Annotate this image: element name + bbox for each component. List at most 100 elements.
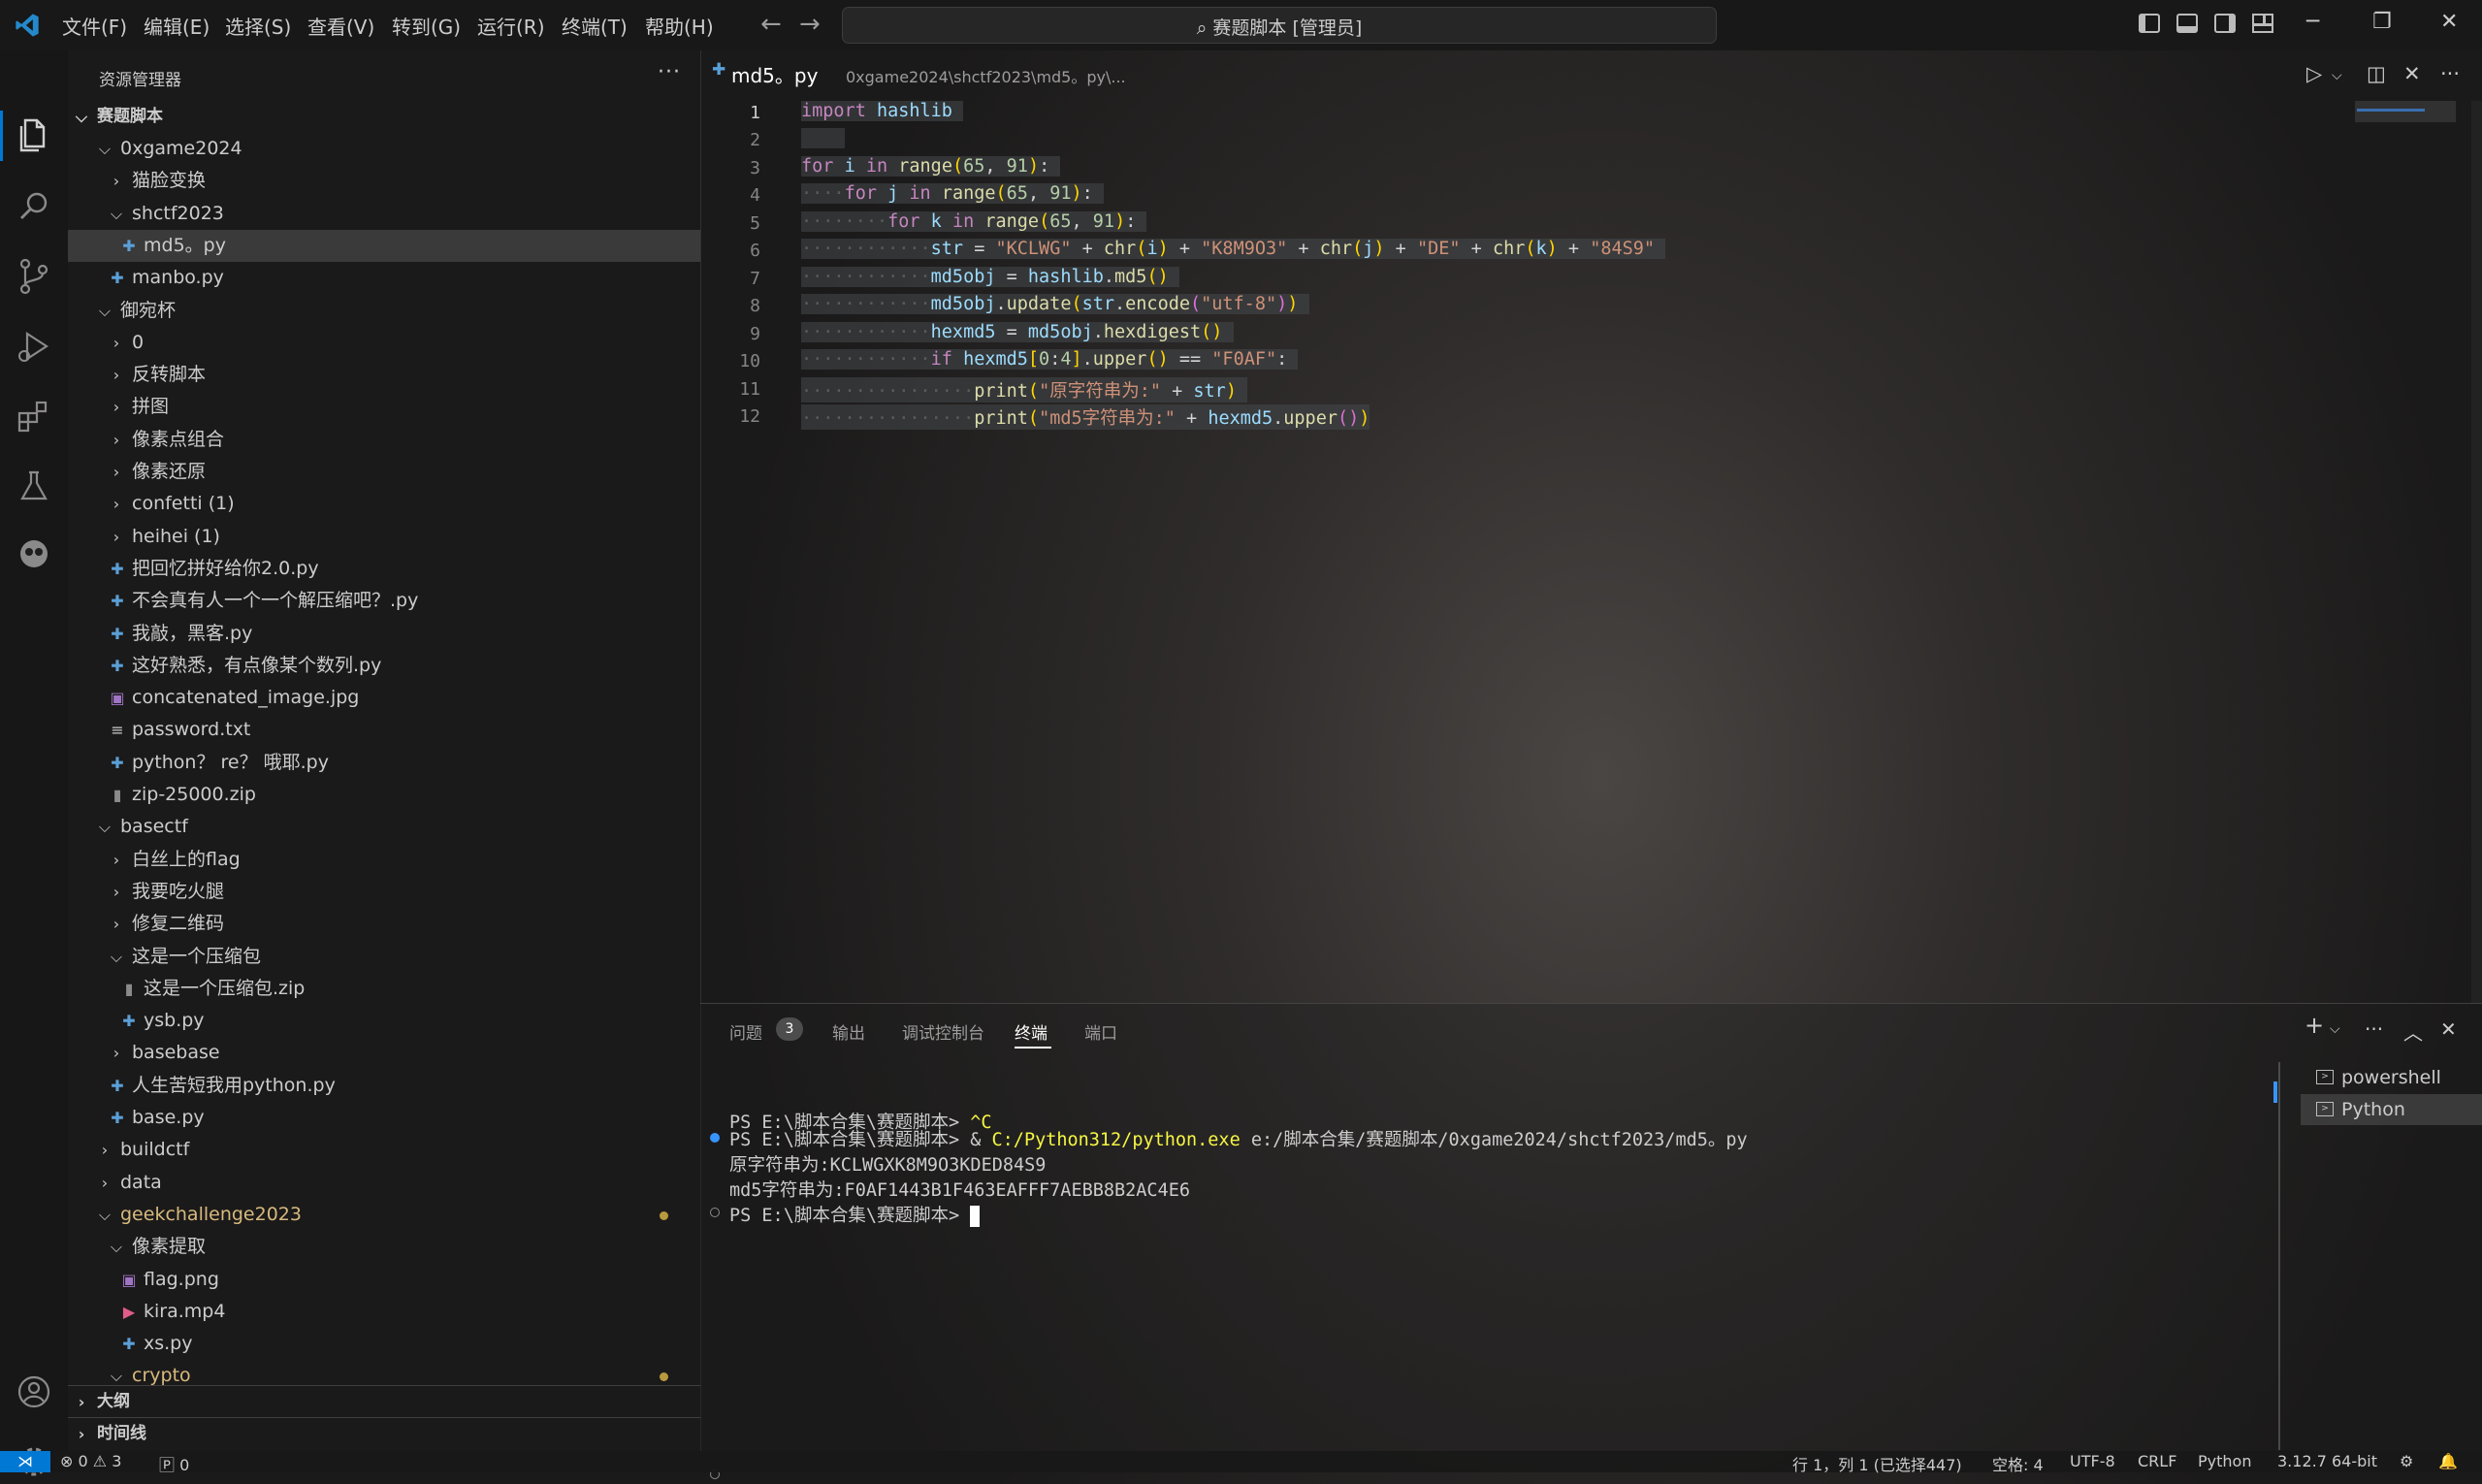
new-terminal-icon[interactable]: + (2305, 1012, 2324, 1039)
code-line-6[interactable]: ············str = "KCLWG" + chr(i) + "K8… (801, 239, 1666, 259)
tab-output[interactable]: 输出 (832, 1019, 865, 1044)
tree-item[interactable]: › 白丝上的flag (68, 844, 700, 876)
terminal[interactable]: PS E:\脚本合集\赛题脚本> ^C PS E:\脚本合集\赛题脚本> & C… (700, 1062, 2272, 1479)
breadcrumb[interactable]: 0xgame2024\shctf2023\md5。py\... (846, 64, 1126, 87)
code-line-12[interactable]: ················print("md5字符串为:" + hexmd… (801, 404, 1370, 430)
toggle-secondary-sidebar-icon[interactable] (2214, 14, 2236, 33)
forward-arrow-icon[interactable]: → (799, 10, 821, 39)
tree-item[interactable]: › 像素点组合 (68, 424, 700, 456)
panel-more-actions-icon[interactable]: ··· (2365, 1017, 2383, 1041)
notifications-settings-icon[interactable]: ⚙ (2400, 1452, 2413, 1470)
menu-view[interactable]: 查看(V) (307, 12, 374, 40)
search-icon[interactable] (12, 184, 56, 229)
tree-item[interactable]: ▶ kira.mp4 (68, 1296, 700, 1328)
code-line-11[interactable]: ················print("原字符串为:" + str) (801, 377, 1248, 403)
bell-icon[interactable]: 🔔 (2438, 1452, 2458, 1470)
tab-md5-py[interactable]: md5。py (731, 60, 818, 88)
tree-item[interactable]: › heihei (1) (68, 521, 700, 553)
minimize-icon[interactable]: ─ (2306, 10, 2319, 34)
end-of-line[interactable]: CRLF (2138, 1452, 2176, 1470)
toggle-panel-icon[interactable] (2176, 14, 2198, 33)
tree-item[interactable]: ✚ 人生苦短我用python.py (68, 1070, 700, 1102)
menu-terminal[interactable]: 终端(T) (562, 12, 628, 40)
tree-item[interactable]: › 猫脸变换 (68, 165, 700, 197)
tree-item[interactable]: › 拼图 (68, 391, 700, 423)
cursor-position[interactable]: 行 1，列 1 (已选择447) (1792, 1452, 1962, 1475)
command-success-dot[interactable] (710, 1133, 720, 1143)
tree-item[interactable]: › basebase (68, 1037, 700, 1069)
tree-item[interactable]: › 0 (68, 327, 700, 359)
close-window-icon[interactable]: ✕ (2440, 10, 2458, 34)
tree-item[interactable]: › data (68, 1167, 700, 1199)
tree-item[interactable]: ⌵ basectf (68, 811, 700, 843)
customize-layout-icon[interactable] (2252, 14, 2273, 33)
tree-item[interactable]: ⌵ 像素提取 (68, 1231, 700, 1263)
tree-item[interactable]: ✚ 我敲，黑客.py (68, 618, 700, 650)
tree-item[interactable]: ▮ 这是一个压缩包.zip (68, 973, 700, 1005)
run-python-file-icon[interactable]: ▷ (2306, 62, 2322, 85)
command-pending-dot[interactable] (710, 1208, 720, 1217)
tab-terminal[interactable]: 终端 (1015, 1019, 1048, 1044)
code-line-9[interactable]: ············hexmd5 = md5obj.hexdigest() (801, 322, 1234, 342)
tree-item[interactable]: › buildctf (68, 1134, 700, 1166)
remote-explorer-icon[interactable] (12, 532, 56, 576)
menu-run[interactable]: 运行(R) (477, 12, 545, 40)
menu-selection[interactable]: 选择(S) (225, 12, 291, 40)
toggle-primary-sidebar-icon[interactable] (2139, 14, 2160, 33)
testing-flask-icon[interactable] (12, 464, 56, 508)
remote-indicator-icon[interactable]: ⋊ (0, 1451, 50, 1472)
tree-item[interactable]: ✚ 这好熟悉，有点像某个数列.py (68, 650, 700, 682)
accounts-icon[interactable] (12, 1370, 56, 1414)
tab-ports[interactable]: 端口 (1084, 1019, 1117, 1044)
explorer-icon[interactable] (12, 113, 56, 157)
menu-help[interactable]: 帮助(H) (645, 12, 714, 40)
code-line-3[interactable]: for i in range(65, 91): (801, 156, 1061, 177)
tree-item[interactable]: ✚ xs.py (68, 1328, 700, 1360)
tree-item[interactable]: ✚ md5。py (68, 229, 700, 262)
code-line-4[interactable]: ····for j in range(65, 91): (801, 183, 1104, 204)
tree-item[interactable]: ▣ concatenated_image.jpg (68, 682, 700, 714)
editor-more-actions-icon[interactable]: ··· (2440, 62, 2460, 85)
tree-item[interactable]: › 像素还原 (68, 456, 700, 488)
code-line-1[interactable]: import hashlib (801, 101, 964, 121)
tree-item[interactable]: › 反转脚本 (68, 359, 700, 391)
indentation[interactable]: 空格: 4 (1992, 1452, 2044, 1475)
run-debug-icon[interactable] (12, 324, 56, 369)
close-editor-icon[interactable]: ✕ (2403, 62, 2421, 85)
menu-go[interactable]: 转到(G) (392, 12, 461, 40)
problems-status[interactable]: ⊗ 0 ⚠ 3 (60, 1452, 121, 1470)
tree-item[interactable]: ✚ python？ re？ 哦耶.py (68, 747, 700, 779)
tree-item[interactable]: ⌵ geekchallenge2023 (68, 1199, 700, 1231)
tab-problems[interactable]: 问题 (729, 1019, 762, 1044)
more-actions-icon[interactable]: ··· (658, 60, 681, 84)
tree-item[interactable]: ✚ base.py (68, 1102, 700, 1134)
tree-item[interactable]: ≡ password.txt (68, 714, 700, 746)
command-center[interactable]: ⌕ 赛题脚本 [管理员] (842, 7, 1717, 44)
tree-item[interactable]: ✚ manbo.py (68, 262, 700, 294)
code-line-7[interactable]: ············md5obj = hashlib.md5() (801, 267, 1179, 287)
tree-item[interactable]: ✚ ysb.py (68, 1005, 700, 1037)
ports-status[interactable]: 🄿 0 (159, 1452, 189, 1475)
tree-item[interactable]: ⌵ 这是一个压缩包 (68, 941, 700, 973)
close-panel-icon[interactable]: ✕ (2440, 1017, 2457, 1041)
tree-item[interactable]: › confetti (1) (68, 488, 700, 520)
split-editor-icon[interactable]: ◫ (2367, 62, 2386, 85)
extensions-icon[interactable] (12, 394, 56, 438)
tree-item[interactable]: ✚ 把回忆拼好给你2.0.py (68, 553, 700, 585)
encoding[interactable]: UTF-8 (2070, 1452, 2115, 1470)
workspace-root[interactable]: ⌵ 赛题脚本 (68, 101, 700, 133)
language-mode[interactable]: Python (2198, 1452, 2251, 1470)
tab-debug-console[interactable]: 调试控制台 (902, 1019, 984, 1044)
tree-item[interactable]: ⌵ 御宛杯 (68, 295, 700, 327)
code-line-10[interactable]: ············if hexmd5[0:4].upper() == "F… (801, 349, 1299, 370)
tree-item[interactable]: ⌵ 0xgame2024 (68, 133, 700, 165)
code-line-8[interactable]: ············md5obj.update(str.encode("ut… (801, 294, 1309, 314)
outline-section[interactable]: › 大纲 (68, 1385, 700, 1418)
terminal-dropdown-chevron-icon[interactable]: ⌵ (2330, 1021, 2340, 1037)
code-editor[interactable]: 1 2 3 4 5 6 7 8 9 10 11 12 import hashlib for i in … (700, 101, 2482, 1003)
tree-item[interactable]: › 我要吃火腿 (68, 876, 700, 908)
tree-item[interactable]: ⌵ shctf2023 (68, 198, 700, 230)
python-interpreter[interactable]: 3.12.7 64-bit (2277, 1452, 2377, 1470)
tree-item[interactable]: › 修复二维码 (68, 908, 700, 940)
minimap[interactable] (2355, 101, 2456, 122)
